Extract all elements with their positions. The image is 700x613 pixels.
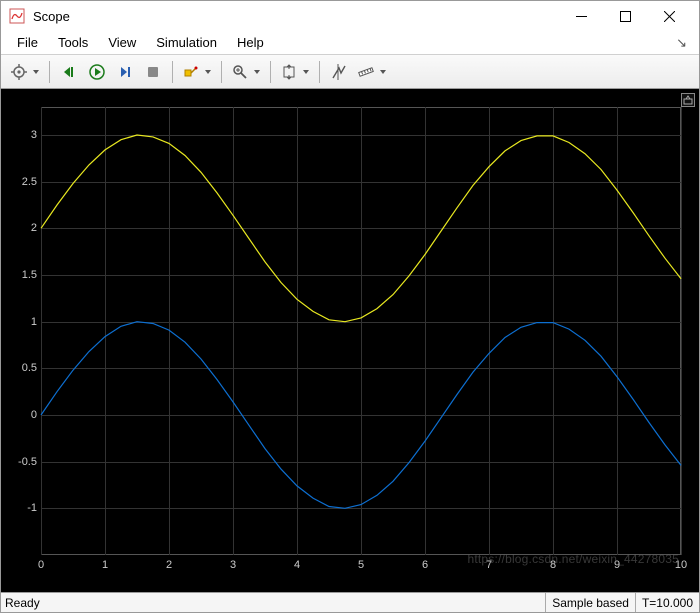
series-2 — [41, 322, 681, 509]
watermark: https://blog.csdn.net/weixin_44278035 — [467, 552, 679, 566]
ytick: 2 — [3, 222, 37, 234]
xtick: 0 — [38, 559, 44, 571]
ytick: 1 — [3, 316, 37, 328]
maximize-axes-button[interactable] — [681, 93, 695, 107]
xtick: 6 — [422, 559, 428, 571]
cursor-button[interactable] — [326, 59, 352, 85]
statusbar: Ready Sample based T=10.000 — [1, 592, 699, 612]
menu-view[interactable]: View — [98, 33, 146, 52]
menu-file[interactable]: File — [7, 33, 48, 52]
step-forward-button[interactable] — [112, 59, 138, 85]
grid-v — [681, 107, 682, 555]
toolbar — [1, 55, 699, 89]
status-ready: Ready — [1, 596, 40, 610]
menubar: File Tools View Simulation Help ↘ — [1, 31, 699, 55]
curves-svg — [41, 107, 681, 555]
autoscale-button[interactable] — [277, 59, 313, 85]
ytick: 3 — [3, 129, 37, 141]
xtick: 3 — [230, 559, 236, 571]
close-button[interactable] — [647, 1, 691, 31]
ytick: 0 — [3, 409, 37, 421]
run-button[interactable] — [84, 59, 110, 85]
step-back-button[interactable] — [56, 59, 82, 85]
zoom-button[interactable] — [228, 59, 264, 85]
menu-simulation[interactable]: Simulation — [146, 33, 227, 52]
menu-overflow-icon[interactable]: ↘ — [673, 35, 693, 51]
minimize-button[interactable] — [559, 1, 603, 31]
stop-button[interactable] — [140, 59, 166, 85]
menu-help[interactable]: Help — [227, 33, 274, 52]
ytick: 0.5 — [3, 362, 37, 374]
xtick: 5 — [358, 559, 364, 571]
ytick: -1 — [3, 502, 37, 514]
settings-button[interactable] — [7, 59, 43, 85]
plot-area[interactable]: 012345678910-1-0.500.511.522.53 https://… — [1, 89, 699, 592]
xtick: 4 — [294, 559, 300, 571]
highlight-button[interactable] — [179, 59, 215, 85]
window-title: Scope — [33, 9, 70, 24]
status-time: T=10.000 — [635, 593, 699, 612]
ytick: -0.5 — [3, 456, 37, 468]
menu-tools[interactable]: Tools — [48, 33, 98, 52]
xtick: 2 — [166, 559, 172, 571]
measure-button[interactable] — [354, 59, 390, 85]
app-icon — [9, 8, 25, 24]
titlebar: Scope — [1, 1, 699, 31]
status-mode: Sample based — [545, 593, 635, 612]
series-1 — [41, 135, 681, 322]
maximize-button[interactable] — [603, 1, 647, 31]
ytick: 1.5 — [3, 269, 37, 281]
ytick: 2.5 — [3, 176, 37, 188]
xtick: 1 — [102, 559, 108, 571]
